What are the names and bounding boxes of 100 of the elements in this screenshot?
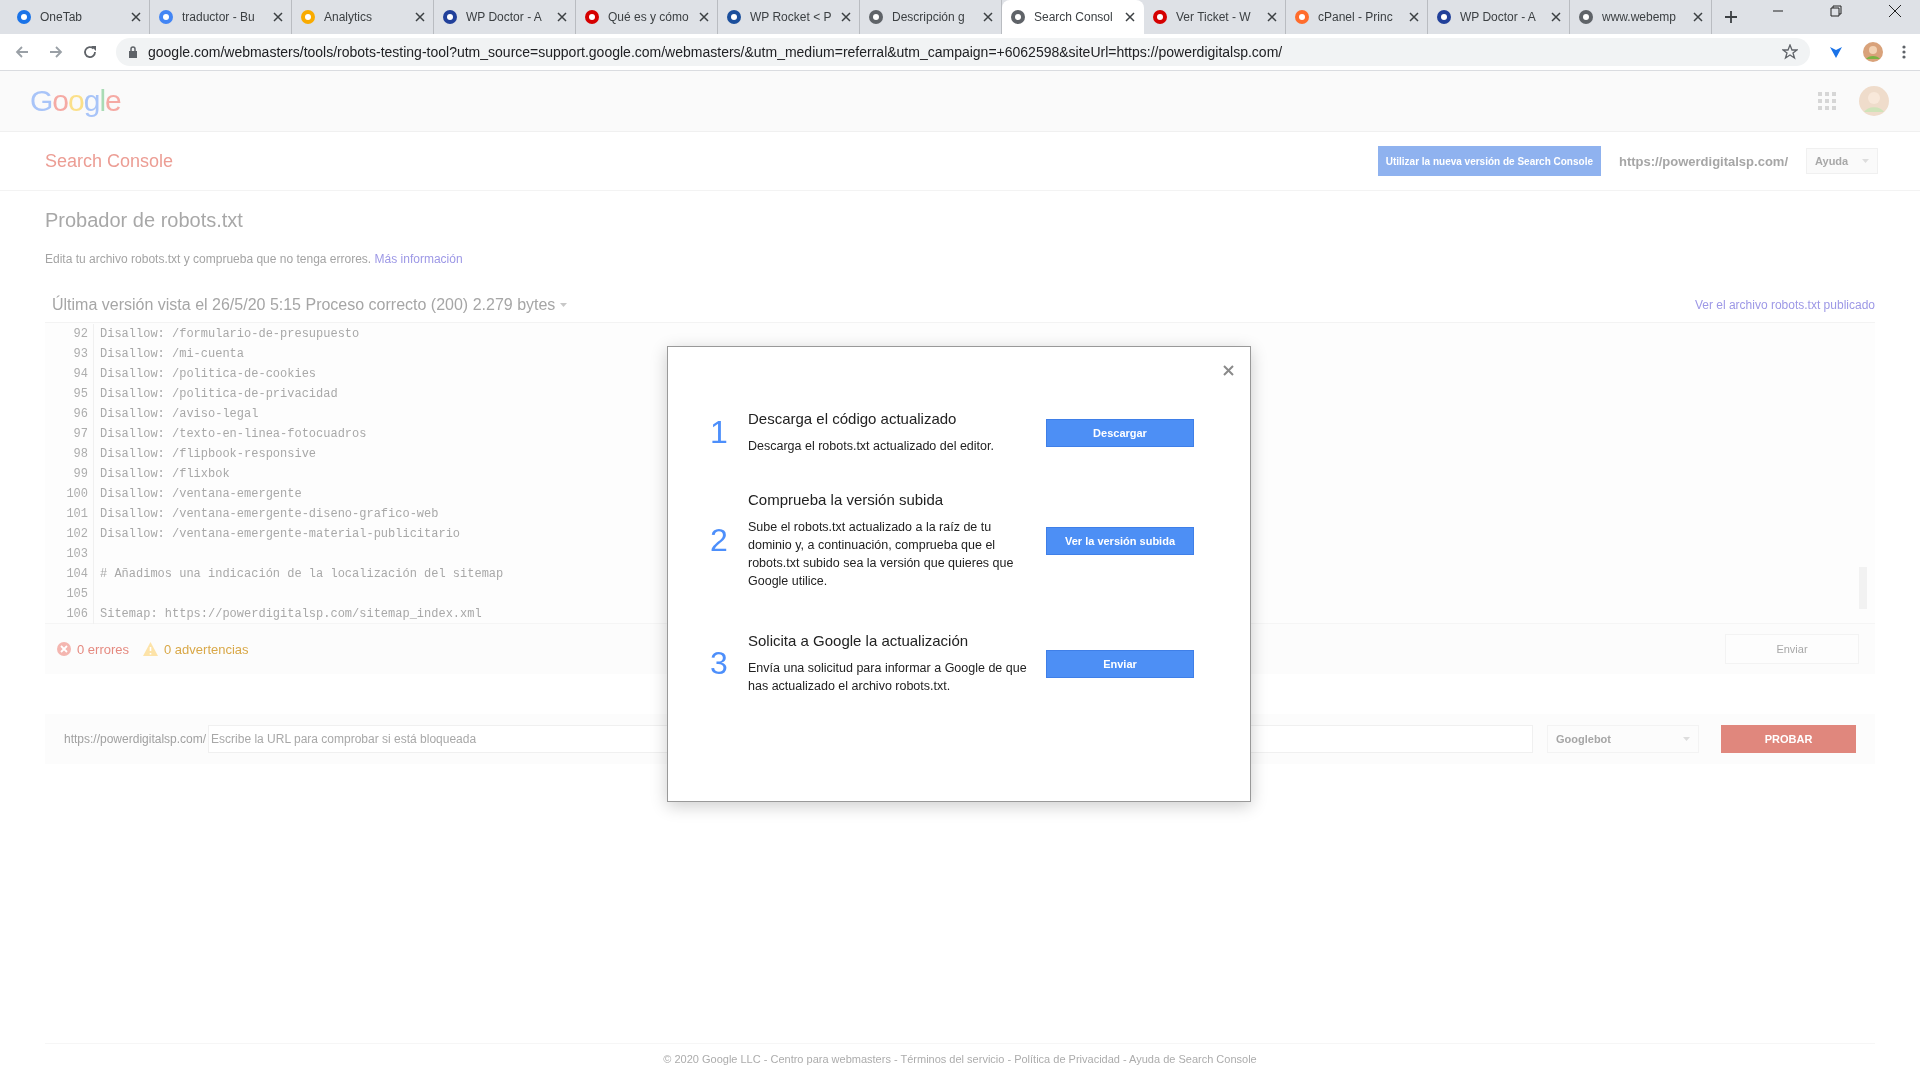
close-icon[interactable] — [1125, 12, 1135, 22]
browser-tab[interactable]: www.webemp — [1570, 0, 1712, 34]
browser-tab[interactable]: cPanel - Princ — [1286, 0, 1428, 34]
close-icon[interactable] — [1551, 12, 1561, 22]
favicon-icon — [1294, 9, 1310, 25]
line-number: 98 — [45, 444, 94, 464]
bookmark-star-icon[interactable] — [1782, 44, 1798, 60]
favicon-icon — [868, 9, 884, 25]
google-logo[interactable]: Google — [30, 84, 121, 118]
menu-icon[interactable] — [1902, 44, 1906, 60]
back-icon[interactable] — [14, 44, 30, 60]
step-title: Comprueba la versión subida — [748, 491, 945, 508]
step-text: Envía una solicitud para informar a Google de que has actualizado el archivo robots.txt. — [748, 660, 1028, 695]
line-number: 92 — [45, 324, 94, 344]
user-agent-dropdown[interactable]: Googlebot — [1547, 725, 1699, 753]
new-tab-icon[interactable] — [1724, 10, 1738, 24]
code-line: Disallow: /flipbook-responsive — [99, 447, 317, 461]
code-line: Disallow: /ventana-emergente-diseno-grafico-web — [99, 507, 439, 521]
close-icon[interactable] — [557, 12, 567, 22]
product-title[interactable]: Search Console — [45, 150, 174, 172]
browser-tab[interactable]: Descripción g — [860, 0, 1002, 34]
close-icon[interactable] — [273, 12, 283, 22]
close-icon[interactable] — [983, 12, 993, 22]
browser-tab[interactable]: Analytics — [292, 0, 434, 34]
forward-icon[interactable] — [48, 44, 64, 60]
extension-icon[interactable] — [1828, 44, 1844, 60]
code-line: Disallow: /ventana-emergente-material-publicitario — [99, 527, 461, 541]
favicon-icon — [442, 9, 458, 25]
error-icon — [57, 642, 71, 656]
line-number: 97 — [45, 424, 94, 444]
warning-icon — [143, 642, 159, 656]
browser-tab[interactable]: WP Doctor - A — [1428, 0, 1570, 34]
code-line: Disallow: /ventana-emergente — [99, 487, 302, 501]
close-icon[interactable] — [131, 12, 141, 22]
browser-tab[interactable]: traductor - Bu — [150, 0, 292, 34]
step-button[interactable]: Enviar — [1046, 649, 1194, 678]
page-title: Probador de robots.txt — [45, 209, 244, 232]
step-text: Sube el robots.txt actualizado a la raíz de tu dominio y, a continuación, comprueba que el robots.txt subido sea la versión que quieres que Google utilice. — [748, 519, 1015, 590]
description-text: Edita tu archivo robots.txt y comprueba que no tenga errores. — [45, 252, 372, 266]
close-icon[interactable] — [1693, 12, 1703, 22]
close-icon[interactable] — [1267, 12, 1277, 22]
step-number: 2 — [710, 522, 729, 559]
version-dropdown[interactable]: Última versión vista el 26/5/20 5:15 Proceso correcto (200) 2.279 bytes — [52, 296, 568, 314]
favicon-icon — [16, 9, 32, 25]
code-line: Disallow: /texto-en-linea-fotocuadros — [99, 427, 367, 441]
restore-icon[interactable] — [1830, 5, 1842, 17]
new-version-button[interactable]: Utilizar la nueva versión de Search Console — [1377, 146, 1601, 176]
step-button[interactable]: Descargar — [1046, 418, 1194, 447]
browser-tab[interactable]: WP Doctor - A — [434, 0, 576, 34]
site-selector[interactable]: https://powerdigitalsp.com/ — [1619, 153, 1788, 169]
favicon-icon — [584, 9, 600, 25]
step-title: Descarga el código actualizado — [748, 410, 958, 427]
close-icon[interactable] — [1409, 12, 1419, 22]
code-line: Disallow: /formulario-de-presupuesto — [99, 327, 360, 341]
code-line: Disallow: /flixbok — [99, 467, 230, 481]
favicon-icon — [1578, 9, 1594, 25]
code-line: Disallow: /politica-de-privacidad — [99, 387, 338, 401]
line-number: 101 — [45, 504, 94, 524]
test-button[interactable]: PROBAR — [1721, 725, 1856, 753]
code-line: Disallow: /politica-de-cookies — [99, 367, 317, 381]
code-line: Sitemap: https://powerdigitalsp.com/sitemap_index.xml — [99, 607, 482, 621]
published-file-link[interactable]: Ver el archivo robots.txt publicado — [1694, 298, 1875, 312]
help-dropdown[interactable]: Ayuda — [1806, 148, 1878, 174]
browser-tab[interactable]: Search Consol — [1002, 0, 1144, 34]
caret-icon — [560, 303, 568, 307]
line-number: 103 — [45, 544, 94, 564]
browser-tab[interactable]: WP Rocket < P — [718, 0, 860, 34]
favicon-icon — [1010, 9, 1026, 25]
favicon-icon — [1436, 9, 1452, 25]
address-field[interactable]: google.com/webmasters/tools/robots-testing-tool?utm_source=support.google.com/webmasters/&utm_medium=referral&utm_campaign=+6062598&siteUrl=https://powerdigitalsp.com/ — [116, 38, 1810, 66]
warning-count: 0 advertencias — [164, 641, 249, 657]
close-icon[interactable] — [699, 12, 709, 22]
line-number: 96 — [45, 404, 94, 424]
step-number: 3 — [710, 645, 729, 682]
code-line: Disallow: /mi-cuenta — [99, 347, 245, 361]
line-number: 94 — [45, 364, 94, 384]
step-title: Solicita a Google la actualización — [748, 632, 970, 649]
step-button[interactable]: Ver la versión subida — [1046, 526, 1194, 555]
url-prefix: https://powerdigitalsp.com/ — [64, 732, 207, 746]
line-number: 99 — [45, 464, 94, 484]
footer-text: © 2020 Google LLC - Centro para webmasters - Términos del servicio - Política de Privacidad - Ayuda de Search Console — [663, 1053, 1257, 1065]
browser-tab[interactable]: Ver Ticket - W — [1144, 0, 1286, 34]
close-icon[interactable] — [841, 12, 851, 22]
code-line: Disallow: /aviso-legal — [99, 407, 259, 421]
close-icon[interactable] — [415, 12, 425, 22]
line-number: 95 — [45, 384, 94, 404]
line-number: 93 — [45, 344, 94, 364]
line-number: 102 — [45, 524, 94, 544]
step-number: 1 — [710, 414, 729, 451]
favicon-icon — [726, 9, 742, 25]
line-number: 105 — [45, 584, 94, 604]
error-count: 0 errores — [77, 641, 130, 657]
browser-tab[interactable]: OneTab — [8, 0, 150, 34]
more-info-link[interactable]: Más información — [374, 252, 463, 266]
submit-button[interactable]: Enviar — [1725, 634, 1859, 664]
reload-icon[interactable] — [82, 44, 98, 60]
browser-tab[interactable]: Qué es y cómo — [576, 0, 718, 34]
close-icon[interactable] — [1888, 4, 1902, 18]
code-line: # Añadimos una indicación de la localización del sitemap — [99, 567, 504, 581]
lock-icon — [128, 46, 138, 58]
